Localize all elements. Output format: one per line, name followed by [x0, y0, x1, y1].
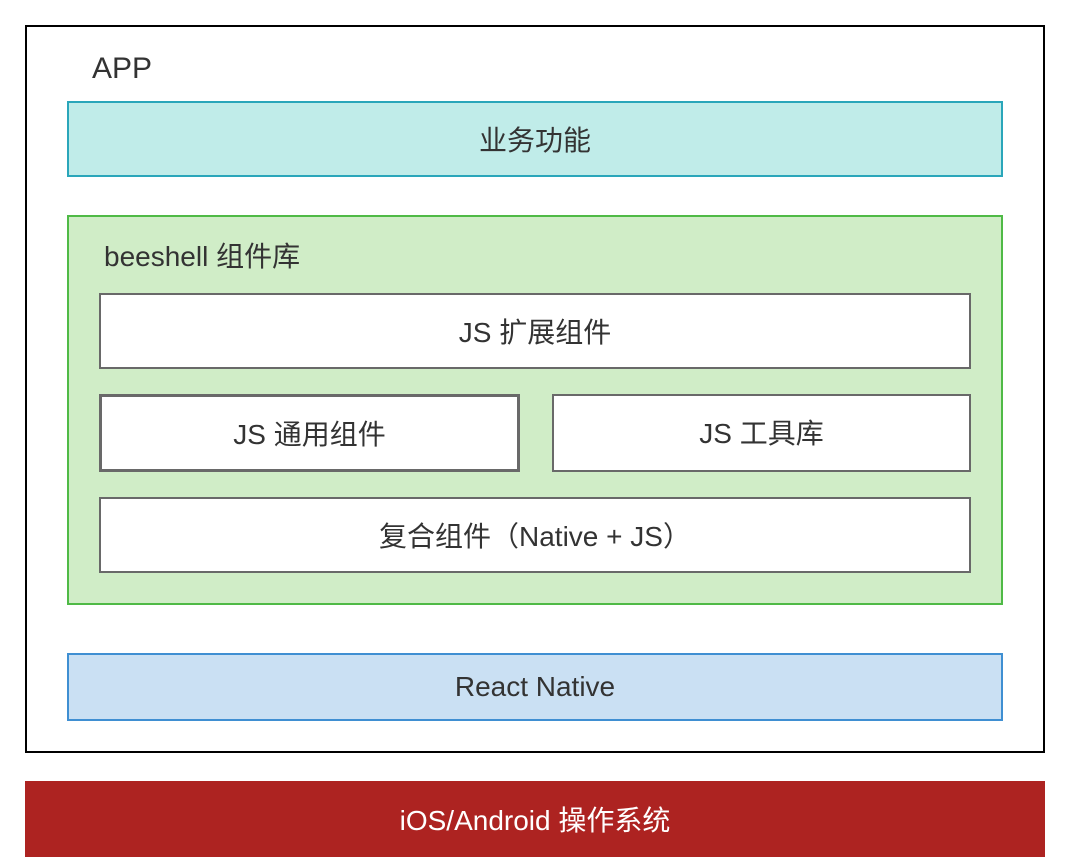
app-container: APP 业务功能 beeshell 组件库 JS 扩展组件 JS 通用组件 JS… — [25, 25, 1045, 753]
beeshell-container: beeshell 组件库 JS 扩展组件 JS 通用组件 JS 工具库 复合组件… — [67, 215, 1003, 605]
beeshell-label: beeshell 组件库 — [99, 235, 971, 293]
compound-box: 复合组件（Native + JS） — [99, 497, 971, 573]
react-native-box: React Native — [67, 653, 1003, 721]
business-functions-box: 业务功能 — [67, 101, 1003, 177]
js-common-box: JS 通用组件 — [99, 394, 520, 472]
js-tools-box: JS 工具库 — [552, 394, 971, 472]
js-extend-box: JS 扩展组件 — [99, 293, 971, 369]
app-label: APP — [67, 47, 1003, 101]
middle-row: JS 通用组件 JS 工具库 — [99, 394, 971, 472]
os-box: iOS/Android 操作系统 — [25, 781, 1045, 857]
